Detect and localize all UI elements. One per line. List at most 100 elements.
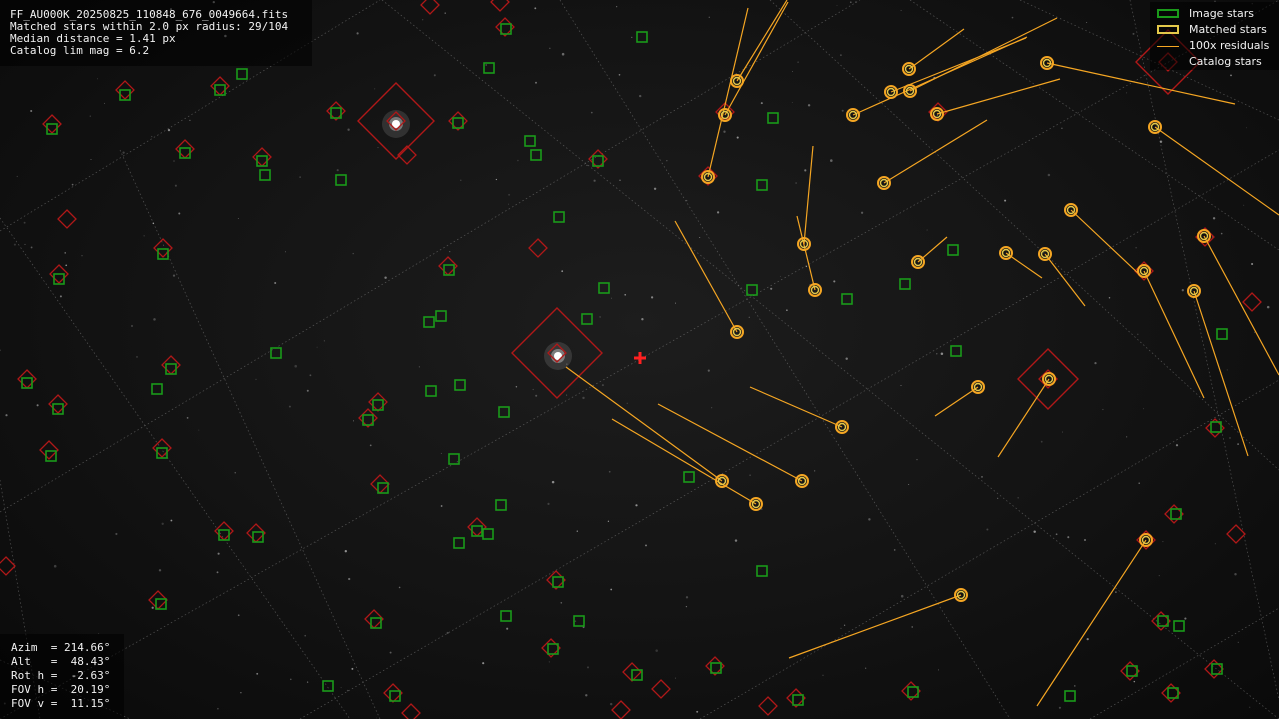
faint-star — [309, 374, 312, 377]
image-star-marker — [636, 31, 648, 43]
faint-star — [299, 176, 301, 178]
faint-star — [1230, 74, 1232, 77]
faint-star — [618, 73, 621, 76]
faint-star — [586, 164, 588, 166]
faint-star — [1162, 541, 1164, 543]
residual-line — [803, 145, 814, 245]
faint-star — [374, 88, 376, 90]
faint-star — [1126, 436, 1128, 438]
faint-star — [599, 316, 601, 318]
faint-star — [699, 236, 701, 239]
residual-line — [1044, 253, 1086, 307]
faint-star — [1062, 431, 1064, 433]
faint-star — [143, 235, 145, 237]
grid-line — [0, 0, 861, 513]
faint-star — [674, 302, 677, 304]
image-star-marker — [598, 282, 610, 294]
image-star-marker — [547, 643, 559, 655]
faint-star — [685, 605, 688, 608]
image-star-marker — [482, 528, 494, 540]
residual-line — [883, 119, 988, 184]
faint-star — [574, 620, 577, 622]
faint-star — [172, 274, 176, 277]
image-star-marker — [218, 529, 230, 541]
faint-star — [865, 667, 867, 669]
residual-line — [1154, 126, 1279, 216]
faint-star — [344, 550, 347, 553]
faint-star — [158, 569, 162, 572]
faint-star — [217, 707, 219, 710]
faint-star — [81, 255, 83, 257]
residual-line — [997, 378, 1050, 458]
faint-star — [495, 178, 498, 181]
faint-star — [348, 577, 351, 581]
faint-star — [711, 407, 713, 409]
faint-star — [5, 414, 8, 417]
image-star-marker — [1064, 690, 1076, 702]
faint-star — [315, 542, 317, 543]
faint-star — [1135, 247, 1137, 249]
faint-star — [1237, 641, 1239, 644]
faint-star — [59, 295, 62, 298]
faint-star — [840, 54, 842, 56]
faint-star — [685, 596, 689, 599]
residual-line — [674, 220, 738, 333]
catalog-star-marker — [210, 76, 230, 96]
image-star-marker — [500, 610, 512, 622]
faint-star — [16, 175, 18, 177]
faint-star — [900, 9, 902, 12]
faint-star — [792, 71, 793, 72]
faint-star — [96, 78, 99, 80]
faint-star — [940, 352, 944, 355]
faint-star — [610, 297, 612, 299]
image-star-marker — [756, 179, 768, 191]
faint-star — [1115, 591, 1117, 593]
residual-line — [611, 418, 757, 505]
faint-star — [306, 389, 309, 392]
image-star-marker — [165, 363, 177, 375]
residual-line — [736, 0, 788, 82]
faint-star — [1214, 543, 1216, 545]
faint-star — [535, 81, 537, 84]
faint-star — [1266, 305, 1270, 309]
faint-star — [666, 160, 668, 162]
image-star-marker — [907, 686, 919, 698]
grid-line — [299, 149, 1279, 719]
faint-star — [103, 102, 106, 104]
faint-star — [24, 243, 26, 245]
image-star-marker — [372, 399, 384, 411]
image-star-marker — [495, 499, 507, 511]
faint-star — [444, 12, 446, 14]
faint-star — [833, 280, 836, 283]
catalog-star-marker — [1242, 292, 1262, 312]
faint-star — [506, 627, 509, 630]
image-star-marker — [259, 169, 271, 181]
faint-star — [170, 519, 173, 522]
faint-star — [560, 601, 563, 604]
faint-star — [734, 539, 738, 542]
faint-star — [849, 1, 852, 4]
faint-star — [1237, 443, 1239, 445]
faint-star — [760, 102, 763, 105]
faint-star — [926, 229, 928, 231]
fov-h-text: FOV h = 20.19° — [11, 683, 111, 696]
catalog-star-marker — [1204, 659, 1224, 679]
faint-star — [1033, 530, 1036, 533]
catalog-star-marker — [0, 556, 16, 576]
faint-star — [1229, 437, 1231, 439]
catalog-star-marker — [401, 703, 421, 719]
faint-star — [1184, 617, 1187, 620]
residual-line — [908, 28, 965, 70]
faint-star — [547, 502, 550, 505]
faint-star — [460, 179, 462, 181]
faint-star — [0, 349, 2, 352]
faint-star — [805, 265, 808, 268]
image-star-marker — [471, 525, 483, 537]
grid-line — [769, 0, 1279, 471]
faint-star — [653, 187, 657, 190]
faint-star — [1011, 16, 1014, 19]
faint-star — [389, 651, 392, 654]
faint-star — [938, 669, 939, 671]
legend-label: Matched stars — [1189, 23, 1267, 36]
faint-star — [1133, 680, 1136, 683]
